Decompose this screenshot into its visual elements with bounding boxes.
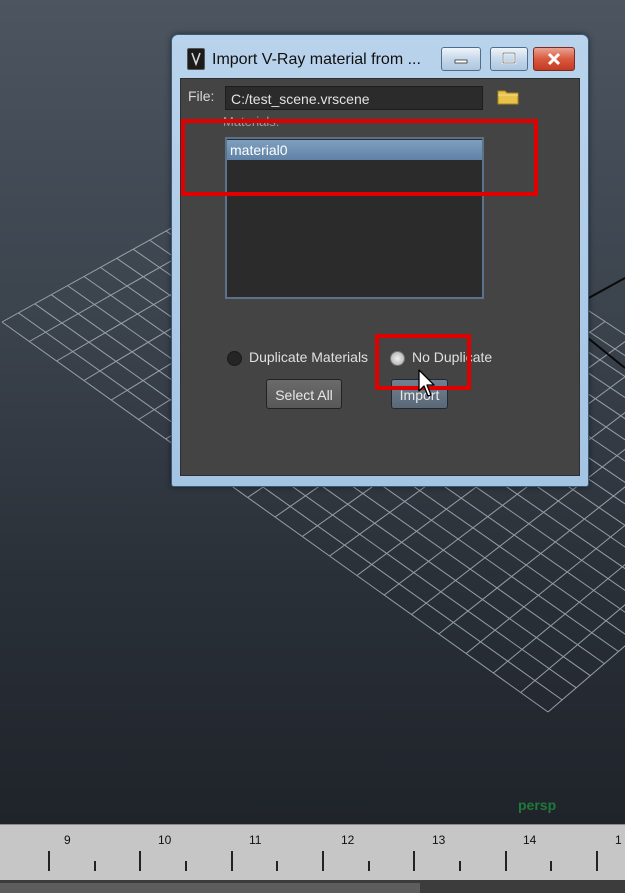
time-slider[interactable]: 9 10 11 12 13 14 1 <box>0 824 625 881</box>
file-label: File: <box>188 88 215 104</box>
dialog-title: Import V-Ray material from ... <box>212 51 421 68</box>
highlight-box-materials <box>181 119 538 196</box>
range-slider[interactable] <box>0 880 625 893</box>
timeline-tick <box>276 861 278 871</box>
timeline-tick <box>231 851 233 871</box>
maximize-icon <box>501 51 517 65</box>
timeline-tick <box>185 861 187 871</box>
camera-label: persp <box>518 797 557 813</box>
select-all-button[interactable]: Select All <box>266 379 342 409</box>
timeline-tick <box>368 861 370 871</box>
timeline-tick <box>505 851 507 871</box>
timeline-tick <box>322 851 324 871</box>
frame-label: 14 <box>523 833 537 847</box>
close-button[interactable] <box>533 47 575 71</box>
title-bar[interactable]: Import V-Ray material from ... <box>172 35 588 75</box>
frame-label: 13 <box>432 833 446 847</box>
timeline-tick <box>139 851 141 871</box>
frame-label: 10 <box>158 833 172 847</box>
import-vray-material-dialog: Import V-Ray material from ... File: C:/… <box>171 34 589 487</box>
close-icon <box>547 52 561 66</box>
folder-icon[interactable] <box>497 88 519 105</box>
maximize-button[interactable] <box>490 47 528 71</box>
timeline-tick <box>550 861 552 871</box>
minimize-icon <box>454 59 468 64</box>
frame-label: 1 <box>615 833 622 847</box>
grid-axis-line <box>584 277 625 301</box>
timeline-tick <box>48 851 50 871</box>
vray-app-icon <box>187 48 205 70</box>
duplicate-materials-radio[interactable] <box>227 351 242 366</box>
range-slider-handle[interactable] <box>0 883 420 893</box>
file-path-field[interactable]: C:/test_scene.vrscene <box>225 86 483 110</box>
timeline-tick <box>94 861 96 871</box>
timeline-tick <box>459 861 461 871</box>
timeline-tick <box>596 851 598 871</box>
frame-label: 12 <box>341 833 355 847</box>
frame-label: 11 <box>249 833 262 847</box>
mouse-cursor-icon <box>418 369 435 397</box>
duplicate-materials-label: Duplicate Materials <box>249 349 369 365</box>
frame-label: 9 <box>64 833 71 847</box>
timeline-tick <box>413 851 415 871</box>
minimize-button[interactable] <box>441 47 481 71</box>
